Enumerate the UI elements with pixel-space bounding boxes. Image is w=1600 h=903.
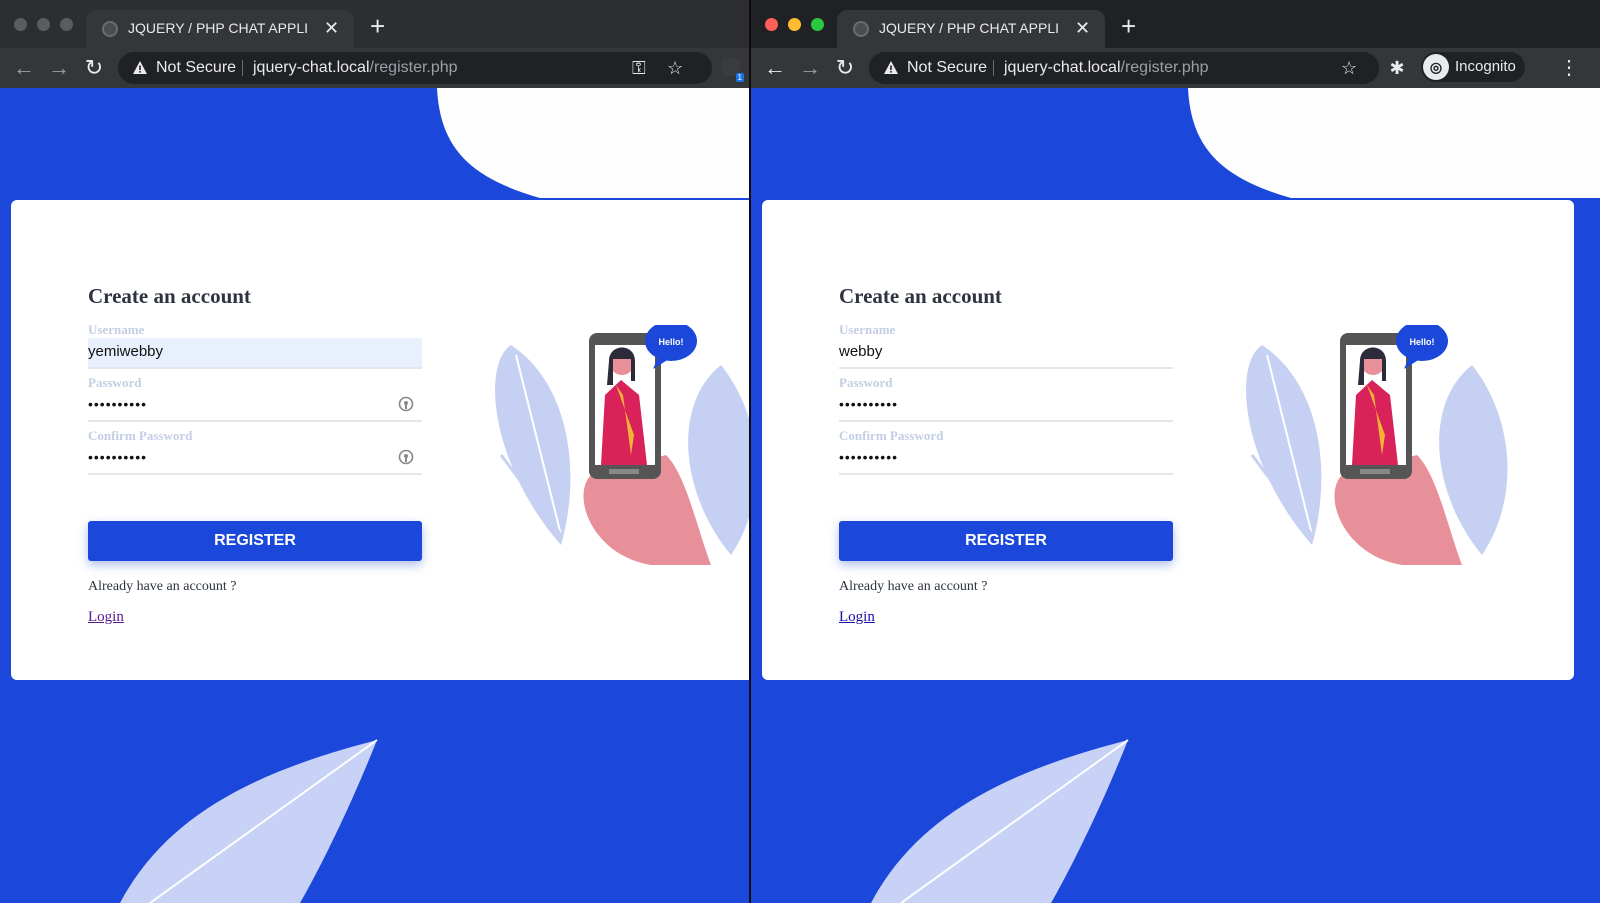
omnibox-separator (242, 60, 243, 76)
tab-strip: JQUERY / PHP CHAT APPLICAT ✕ + (0, 0, 749, 48)
register-form: Create an account Username yemiwebby Pas… (88, 284, 422, 626)
chat-illustration: Hello! (495, 325, 749, 565)
star-icon[interactable]: ☆ (667, 57, 683, 79)
omnibox-separator (993, 60, 994, 76)
username-label: Username (839, 322, 896, 337)
url-host: jquery-chat.local (253, 59, 370, 76)
password-input[interactable]: •••••••••• (839, 391, 1173, 422)
warning-icon (884, 61, 898, 74)
browser-tab[interactable]: JQUERY / PHP CHAT APPLICAT ✕ (837, 10, 1105, 48)
login-hint: Already have an account ? (88, 579, 237, 594)
browser-window-right: JQUERY / PHP CHAT APPLICAT ✕ + ← → ↻ Not… (751, 0, 1600, 903)
window-controls (765, 18, 824, 31)
page-viewport: Create an account Username yemiwebby Pas… (0, 88, 749, 903)
browser-window-left: JQUERY / PHP CHAT APPLICAT ✕ + ← → ↻ Not… (0, 0, 749, 903)
forward-arrow-icon[interactable]: → (45, 54, 73, 82)
maximize-window-button[interactable] (811, 18, 824, 31)
extension-icon[interactable]: 1 (722, 58, 744, 82)
login-link[interactable]: Login (88, 609, 124, 626)
chat-illustration: Hello! (1246, 325, 1508, 565)
form-title: Create an account (88, 284, 251, 308)
hello-bubble-text: Hello! (658, 337, 683, 347)
confirm-password-value: •••••••••• (839, 449, 899, 465)
key-icon[interactable]: ⚿ (632, 57, 646, 79)
url-host: jquery-chat.local (1004, 59, 1121, 76)
url-text[interactable]: jquery-chat.local/register.php (1004, 59, 1209, 77)
forward-arrow-icon[interactable]: → (796, 54, 824, 82)
menu-dots-icon[interactable]: ⋮ (1555, 54, 1583, 82)
security-status[interactable]: Not Secure (907, 59, 987, 77)
register-form: Create an account Username webby Passwor… (839, 284, 1173, 626)
address-bar[interactable]: Not Secure jquery-chat.local/register.ph… (869, 52, 1379, 84)
extension-badge: 1 (735, 73, 744, 82)
confirm-password-value: •••••••••• (88, 449, 148, 465)
reload-icon[interactable]: ↻ (80, 54, 108, 82)
browser-toolbar: ← → ↻ Not Secure jquery-chat.local/regis… (751, 48, 1600, 88)
new-tab-button[interactable]: + (1121, 13, 1136, 39)
warning-icon (133, 61, 147, 74)
page-viewport: Create an account Username webby Passwor… (751, 88, 1600, 903)
puzzle-extensions-icon[interactable]: ✱ (1383, 54, 1411, 82)
password-input[interactable]: •••••••••• (88, 391, 422, 422)
incognito-label: Incognito (1455, 58, 1516, 75)
globe-icon (853, 21, 869, 37)
hello-bubble-text: Hello! (1409, 337, 1434, 347)
password-label: Password (88, 375, 142, 390)
new-tab-button[interactable]: + (370, 13, 385, 39)
maximize-window-button[interactable] (60, 18, 73, 31)
reload-icon[interactable]: ↻ (831, 54, 859, 82)
password-manager-icon[interactable] (398, 396, 414, 414)
register-card: Create an account Username webby Passwor… (762, 200, 1574, 680)
form-title: Create an account (839, 284, 1002, 308)
close-tab-icon[interactable]: ✕ (1075, 17, 1090, 39)
minimize-window-button[interactable] (788, 18, 801, 31)
minimize-window-button[interactable] (37, 18, 50, 31)
back-arrow-icon[interactable]: ← (10, 54, 38, 82)
security-status[interactable]: Not Secure (156, 59, 236, 77)
username-input[interactable]: webby (839, 338, 1173, 369)
browser-toolbar: ← → ↻ Not Secure jquery-chat.local/regis… (0, 48, 749, 88)
tab-title: JQUERY / PHP CHAT APPLICAT (128, 20, 308, 36)
register-button[interactable]: REGISTER (88, 521, 422, 561)
incognito-badge[interactable]: ◎ Incognito (1421, 52, 1525, 82)
register-card: Create an account Username yemiwebby Pas… (11, 200, 749, 680)
url-text[interactable]: jquery-chat.local/register.php (253, 59, 458, 77)
url-path: /register.php (369, 59, 458, 76)
username-value: yemiwebby (88, 343, 164, 360)
confirm-password-input[interactable]: •••••••••• (88, 444, 422, 475)
close-window-button[interactable] (14, 18, 27, 31)
username-input[interactable]: yemiwebby (88, 338, 422, 369)
browser-tab[interactable]: JQUERY / PHP CHAT APPLICAT ✕ (86, 10, 354, 48)
star-icon[interactable]: ☆ (1341, 57, 1357, 79)
password-value: •••••••••• (839, 396, 899, 412)
confirm-password-label: Confirm Password (839, 428, 944, 443)
incognito-icon: ◎ (1423, 54, 1449, 80)
username-value: webby (839, 343, 883, 360)
login-hint: Already have an account ? (839, 579, 988, 594)
back-arrow-icon[interactable]: ← (761, 54, 789, 82)
username-label: Username (88, 322, 145, 337)
tab-strip: JQUERY / PHP CHAT APPLICAT ✕ + (751, 0, 1600, 48)
confirm-password-label: Confirm Password (88, 428, 193, 443)
url-path: /register.php (1120, 59, 1209, 76)
login-link[interactable]: Login (839, 609, 875, 626)
window-controls (14, 18, 73, 31)
close-window-button[interactable] (765, 18, 778, 31)
globe-icon (102, 21, 118, 37)
password-manager-icon[interactable] (398, 449, 414, 467)
password-value: •••••••••• (88, 396, 148, 412)
password-label: Password (839, 375, 893, 390)
close-tab-icon[interactable]: ✕ (324, 17, 339, 39)
confirm-password-input[interactable]: •••••••••• (839, 444, 1173, 475)
address-bar[interactable]: Not Secure jquery-chat.local/register.ph… (118, 52, 712, 84)
register-button[interactable]: REGISTER (839, 521, 1173, 561)
tab-title: JQUERY / PHP CHAT APPLICAT (879, 20, 1059, 36)
